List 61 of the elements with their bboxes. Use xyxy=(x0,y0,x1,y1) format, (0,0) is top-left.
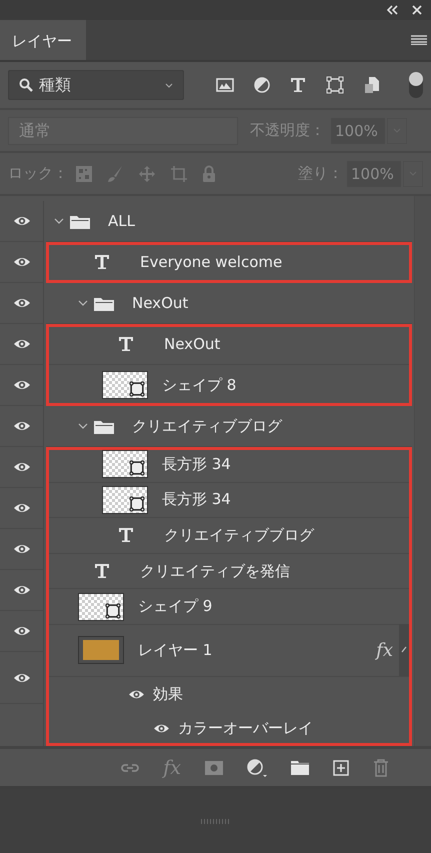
chevron-icon[interactable] xyxy=(78,300,88,306)
folder-icon xyxy=(94,296,114,310)
folder-icon xyxy=(70,214,90,228)
layer-name[interactable]: 長方形 34 xyxy=(162,454,231,474)
search-icon xyxy=(19,78,33,92)
effect-name[interactable]: カラーオーバーレイ xyxy=(178,719,313,738)
expand-toggle-icon[interactable] xyxy=(401,646,407,654)
group-name[interactable]: ALL xyxy=(108,212,135,230)
layer-name[interactable]: クリエイティブを発信 xyxy=(140,562,290,581)
chevron-icon[interactable] xyxy=(54,218,64,224)
visibility-eye-icon[interactable] xyxy=(12,214,30,228)
visibility-eye-icon[interactable] xyxy=(12,419,30,433)
type-layer-icon xyxy=(118,527,134,544)
chevron-icon[interactable] xyxy=(78,423,88,429)
visibility-eye-icon[interactable] xyxy=(12,296,30,310)
document-icon[interactable] xyxy=(364,76,380,94)
image-icon[interactable] xyxy=(216,78,234,92)
chevron-down-icon xyxy=(165,82,173,88)
visibility-eye-icon[interactable] xyxy=(12,337,30,351)
layer-name[interactable]: レイヤー 1 xyxy=(138,640,212,660)
filter-toggle[interactable] xyxy=(409,72,423,98)
shape-handles-icon xyxy=(129,381,145,397)
shape-handles-icon xyxy=(129,496,145,512)
visibility-eye-icon[interactable] xyxy=(12,542,30,556)
new-layer-icon[interactable] xyxy=(333,760,349,776)
group-name[interactable]: クリエイティブブログ xyxy=(132,416,282,436)
type-layer-icon xyxy=(118,336,134,352)
visibility-eye-icon[interactable] xyxy=(12,583,30,597)
layer-name[interactable]: 長方形 34 xyxy=(162,490,231,510)
effects-label[interactable]: 効果 xyxy=(153,684,183,704)
shape-icon[interactable] xyxy=(326,76,344,94)
layer-name[interactable]: シェイプ 8 xyxy=(162,376,236,394)
opacity-label: 不透明度： xyxy=(250,121,325,140)
type-layer-icon xyxy=(94,563,110,580)
visibility-eye-icon[interactable] xyxy=(12,255,30,269)
layer-thumbnail xyxy=(78,636,124,664)
type-icon[interactable] xyxy=(290,77,306,93)
lock-label: ロック： xyxy=(8,164,68,183)
visibility-eye-icon[interactable] xyxy=(12,378,30,392)
layers-tab[interactable]: レイヤー xyxy=(0,20,86,60)
adjustment-icon[interactable] xyxy=(247,758,267,776)
group-name[interactable]: NexOut xyxy=(132,294,188,312)
type-layer-icon xyxy=(94,254,110,270)
menu-icon[interactable] xyxy=(411,35,427,45)
visibility-eye-icon[interactable] xyxy=(12,501,30,515)
layer-name[interactable]: クリエイティブブログ xyxy=(164,526,314,545)
folder-icon xyxy=(94,418,114,434)
fill-label: 塗り： xyxy=(298,164,343,183)
folder-icon[interactable] xyxy=(291,760,309,775)
half-circle-icon[interactable] xyxy=(254,77,270,93)
filter-dropdown[interactable]: 種類 xyxy=(8,70,184,100)
fx-label: fx xyxy=(376,640,393,661)
visibility-eye-icon[interactable] xyxy=(12,460,30,474)
visibility-eye-icon[interactable] xyxy=(12,624,30,638)
shape-handles-icon xyxy=(105,602,121,619)
shape-handles-icon xyxy=(129,460,145,476)
close-icon[interactable] xyxy=(412,5,422,15)
layer-name[interactable]: NexOut xyxy=(164,335,220,353)
collapse-icon[interactable] xyxy=(386,5,398,15)
layer-name[interactable]: Everyone welcome xyxy=(140,253,282,271)
layer-name[interactable]: シェイプ 9 xyxy=(138,597,212,616)
